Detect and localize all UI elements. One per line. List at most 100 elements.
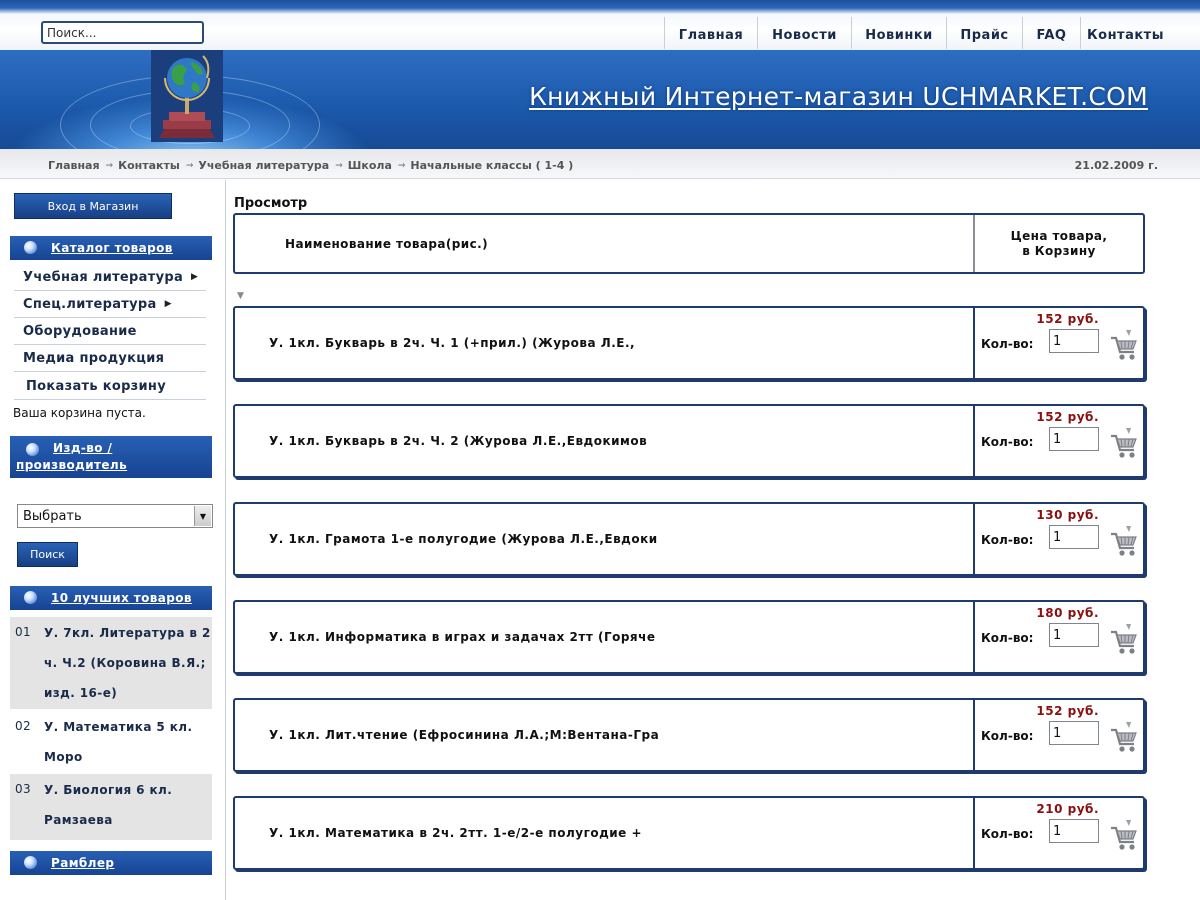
breadcrumb-item[interactable]: Школа [348, 159, 392, 172]
maker-select-value: Выбрать [23, 508, 82, 524]
product-row: У. 1кл. Букварь в 2ч. Ч. 2 (Журова Л.Е.,… [233, 404, 1145, 478]
site-title[interactable]: Книжный Интернет-магазин UCHMARKET.COM [529, 82, 1148, 111]
show-cart-label: Показать корзину [26, 378, 166, 394]
sidebar-item-textbooks[interactable]: Учебная литература ▶ [14, 264, 206, 291]
top-product-title[interactable]: У. 7кл. Литература в 2 ч. Ч.2 (Коровина … [44, 617, 212, 709]
product-price: 152 руб. [1036, 704, 1099, 718]
shopping-cart-icon[interactable] [1109, 328, 1139, 362]
column-header-price-line: Цена товара, [1010, 228, 1108, 243]
product-buy-cell: 152 руб. Кол-во: [975, 406, 1143, 476]
top-product-title[interactable]: У. Математика 5 кл. Моро [44, 711, 212, 771]
bullet-icon [24, 591, 37, 604]
top-product-rank: 03 [15, 782, 32, 796]
breadcrumb: Главная → Контакты → Учебная литература … [48, 159, 573, 172]
sidebar-item-label: Спец.литература [23, 296, 157, 312]
top-product-item[interactable]: 03 У. Биология 6 кл. Рамзаева [10, 774, 212, 840]
sidebar-item-label: Оборудование [23, 323, 137, 339]
product-buy-cell: 152 руб. Кол-во: [975, 308, 1143, 378]
column-header-name: Наименование товара(рис.) [235, 215, 975, 272]
breadcrumb-item[interactable]: Главная [48, 159, 100, 172]
nav-faq[interactable]: FAQ [1022, 17, 1080, 49]
nav-contacts[interactable]: Контакты [1080, 17, 1170, 49]
top-product-item[interactable]: 01 У. 7кл. Литература в 2 ч. Ч.2 (Корови… [10, 617, 212, 709]
product-row: У. 1кл. Информатика в играх и задачах 2т… [233, 600, 1145, 674]
top-product-item[interactable]: 02 У. Математика 5 кл. Моро [10, 711, 212, 771]
product-row: У. 1кл. Грамота 1-е полугодие (Журова Л.… [233, 502, 1145, 576]
arrow-right-icon: → [335, 160, 343, 171]
bullet-icon [26, 443, 39, 456]
maker-title[interactable]: Изд-во / производитель [16, 440, 166, 474]
maker-select[interactable]: Выбрать ▼ [17, 504, 213, 528]
sidebar-item-equipment[interactable]: Оборудование [14, 318, 206, 345]
site-banner: Книжный Интернет-магазин UCHMARKET.COM [0, 50, 1200, 149]
quantity-label: Кол-во: [981, 435, 1034, 449]
shopping-cart-icon[interactable] [1109, 426, 1139, 460]
quantity-label: Кол-во: [981, 533, 1034, 547]
product-row: У. 1кл. Математика в 2ч. 2тт. 1-е/2-е по… [233, 796, 1145, 870]
shopping-cart-icon[interactable] [1109, 720, 1139, 754]
login-button[interactable]: Вход в Магазин [14, 193, 172, 219]
bullet-icon [24, 856, 37, 869]
arrow-right-icon: → [185, 160, 194, 171]
breadcrumb-item[interactable]: Контакты [118, 159, 180, 172]
page-title: Просмотр [234, 196, 308, 211]
product-name[interactable]: У. 1кл. Информатика в играх и задачах 2т… [235, 602, 975, 672]
cart-status: Ваша корзина пуста. [13, 406, 146, 420]
product-name[interactable]: У. 1кл. Грамота 1-е полугодие (Журова Л.… [235, 504, 975, 574]
shopping-cart-icon[interactable] [1109, 524, 1139, 558]
shopping-cart-icon[interactable] [1109, 818, 1139, 852]
product-price: 152 руб. [1036, 410, 1099, 424]
sort-triangle-icon[interactable]: ▼ [237, 291, 244, 301]
top-product-title[interactable]: У. Биология 6 кл. Рамзаева [44, 774, 212, 840]
caret-right-icon: ▶ [164, 299, 172, 309]
catalog-header: Каталог товаров [10, 236, 212, 260]
quantity-input[interactable] [1049, 329, 1099, 353]
product-buy-cell: 180 руб. Кол-во: [975, 602, 1143, 672]
nav-new-arrivals[interactable]: Новинки [851, 17, 946, 49]
product-table-header: Наименование товара(рис.) Цена товара, в… [233, 213, 1145, 274]
nav-price[interactable]: Прайс [946, 17, 1022, 49]
sidebar-item-special-lit[interactable]: Спец.литература ▶ [14, 291, 206, 318]
column-header-price-line: в Корзину [1022, 243, 1096, 258]
catalog-title[interactable]: Каталог товаров [51, 240, 173, 257]
search-input[interactable] [41, 21, 204, 44]
globe-logo-icon[interactable] [151, 50, 223, 142]
breadcrumb-item[interactable]: Учебная литература [198, 159, 329, 172]
maker-search-button[interactable]: Поиск [17, 542, 78, 567]
product-name[interactable]: У. 1кл. Лит.чтение (Ефросинина Л.А.;М:Ве… [235, 700, 975, 770]
bullet-icon [24, 241, 37, 254]
quantity-input[interactable] [1049, 427, 1099, 451]
quantity-input[interactable] [1049, 819, 1099, 843]
nav-home[interactable]: Главная [664, 17, 757, 49]
rambler-title[interactable]: Рамблер [51, 855, 114, 872]
product-name[interactable]: У. 1кл. Букварь в 2ч. Ч. 1 (+прил.) (Жур… [235, 308, 975, 378]
breadcrumb-item: Начальные классы ( 1-4 ) [410, 159, 574, 172]
shopping-cart-icon[interactable] [1109, 622, 1139, 656]
breadcrumb-bar: Главная → Контакты → Учебная литература … [0, 149, 1200, 179]
quantity-input[interactable] [1049, 721, 1099, 745]
quantity-input[interactable] [1049, 623, 1099, 647]
product-name[interactable]: У. 1кл. Букварь в 2ч. Ч. 2 (Журова Л.Е.,… [235, 406, 975, 476]
current-date: 21.02.2009 г. [1074, 159, 1158, 172]
caret-right-icon: ▶ [191, 272, 199, 282]
product-buy-cell: 210 руб. Кол-во: [975, 798, 1143, 868]
top-nav: Главная Новости Новинки Прайс FAQ Контак… [664, 17, 1170, 49]
sidebar-item-label: Учебная литература [23, 269, 184, 285]
top-products-title[interactable]: 10 лучших товаров [51, 590, 192, 607]
sidebar: Вход в Магазин Каталог товаров Учебная л… [0, 180, 226, 900]
chevron-down-icon[interactable]: ▼ [194, 506, 211, 526]
quantity-label: Кол-во: [981, 729, 1034, 743]
product-buy-cell: 152 руб. Кол-во: [975, 700, 1143, 770]
product-name[interactable]: У. 1кл. Математика в 2ч. 2тт. 1-е/2-е по… [235, 798, 975, 868]
quantity-label: Кол-во: [981, 631, 1034, 645]
product-row: У. 1кл. Лит.чтение (Ефросинина Л.А.;М:Ве… [233, 698, 1145, 772]
show-cart-link[interactable]: Показать корзину [14, 373, 206, 400]
arrow-right-icon: → [397, 160, 406, 171]
product-price: 210 руб. [1036, 802, 1099, 816]
rambler-header: Рамблер [10, 851, 212, 875]
nav-news[interactable]: Новости [757, 17, 851, 49]
product-price: 180 руб. [1036, 606, 1099, 620]
quantity-input[interactable] [1049, 525, 1099, 549]
sidebar-item-media[interactable]: Медиа продукция [14, 345, 206, 372]
quantity-label: Кол-во: [981, 337, 1034, 351]
